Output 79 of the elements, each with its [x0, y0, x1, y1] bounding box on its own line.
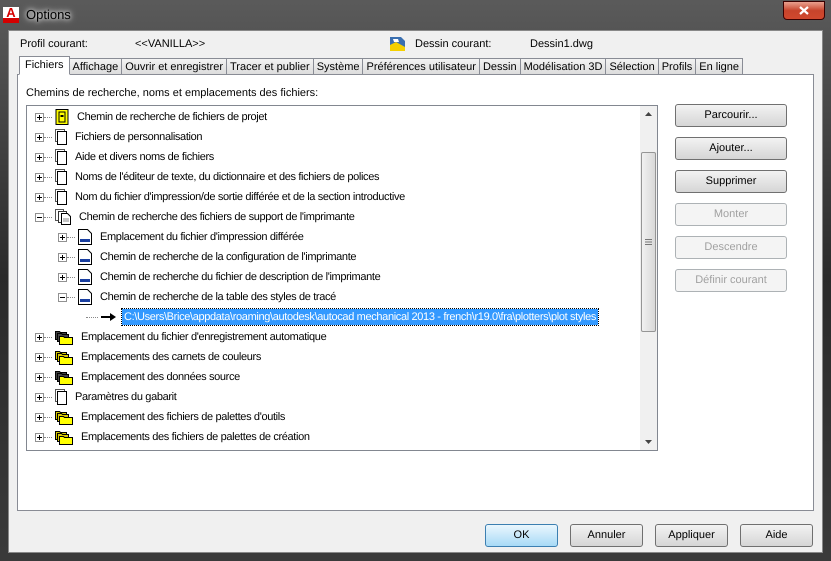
tab[interactable]: Sélection [605, 58, 659, 75]
dialog-button[interactable]: Annuler [570, 524, 643, 547]
tree-item[interactable]: Noms de l'éditeur de texte, du dictionnaire et des fichiers de polices [73, 169, 382, 185]
plot-file-icon [78, 249, 92, 265]
tree-item[interactable]: Emplacements des fichiers de palettes de création [79, 429, 312, 445]
window-title: Options [26, 6, 71, 24]
dialog-button[interactable]: Aide [740, 524, 813, 547]
tree-item[interactable]: Fichiers de personnalisation [73, 129, 204, 145]
project-book-icon [55, 109, 69, 125]
tab[interactable]: En ligne [695, 58, 744, 75]
expand-toggle[interactable] [35, 432, 44, 442]
arrow-icon [101, 312, 116, 322]
expand-toggle[interactable] [35, 192, 44, 202]
app-logo: A [3, 7, 19, 23]
plot-file-icon [78, 289, 92, 305]
drawing-value: Dessin1.dwg [530, 36, 593, 52]
expand-toggle[interactable] [58, 272, 67, 282]
drawing-label: Dessin courant: [415, 36, 492, 52]
expand-toggle[interactable] [35, 372, 44, 382]
tree-item[interactable]: Emplacement des données source [79, 369, 242, 385]
profile-value: <<VANILLA>> [135, 36, 206, 52]
document-icon [55, 169, 67, 185]
tab[interactable]: Ouvrir et enregistrer [121, 58, 227, 75]
expand-toggle[interactable] [35, 332, 44, 342]
folders-icon [55, 409, 73, 425]
document-icon [55, 389, 67, 405]
tree-item[interactable]: Emplacement des fichiers de palettes d'outils [79, 409, 288, 425]
expand-toggle[interactable] [35, 392, 44, 402]
collapse-toggle[interactable] [35, 212, 44, 222]
close-icon [799, 6, 809, 14]
plot-file-icon [78, 229, 92, 245]
tab[interactable]: Système [312, 58, 364, 75]
expand-toggle[interactable] [35, 152, 44, 162]
tree-item[interactable]: Chemin de recherche du fichier de description de l'imprimante [98, 269, 382, 285]
tab[interactable]: Fichiers [19, 56, 70, 75]
tree-item[interactable]: Nom du fichier d'impression/de sortie différée et de la section introductive [73, 189, 407, 205]
tab[interactable]: Dessin [478, 58, 521, 75]
tree-item[interactable]: Emplacement du fichier d'enregistrement automatique [79, 329, 328, 345]
tree-label: Chemins de recherche, noms et emplacements des fichiers: [26, 86, 320, 100]
expand-toggle[interactable] [35, 132, 44, 142]
tree-item[interactable]: Chemin de recherche de la configuration de l'imprimante [98, 249, 358, 265]
plot-file-icon [78, 269, 92, 285]
close-button[interactable] [783, 0, 825, 20]
dialog-button[interactable]: Supprimer [675, 170, 787, 193]
tree-item[interactable]: Chemin de recherche des fichiers de support de l'imprimante [77, 209, 357, 225]
document-icon [55, 189, 67, 205]
scroll-down-icon[interactable] [645, 440, 652, 444]
tree-item[interactable]: Emplacements des carnets de couleurs [79, 349, 263, 365]
expand-toggle[interactable] [35, 172, 44, 182]
tree-item[interactable]: Chemin de recherche de fichiers de projet [75, 109, 269, 125]
documents-icon [55, 209, 71, 225]
tab[interactable]: Modélisation 3D [520, 58, 606, 75]
tree-item[interactable]: Paramètres du gabarit [73, 389, 178, 405]
tab[interactable]: Tracer et publier [226, 58, 314, 75]
scroll-up-icon[interactable] [645, 112, 652, 116]
folders-icon [55, 329, 73, 345]
dialog-button[interactable]: Appliquer [655, 524, 728, 547]
expand-toggle[interactable] [35, 112, 44, 122]
expand-toggle[interactable] [58, 232, 67, 242]
tab[interactable]: Préférences utilisateur [362, 58, 480, 75]
profile-label: Profil courant: [20, 36, 89, 52]
document-icon [55, 149, 67, 165]
dialog-button[interactable]: OK [485, 524, 558, 547]
folders-icon [55, 349, 73, 365]
tree-item[interactable]: Aide et divers noms de fichiers [73, 149, 216, 165]
expand-toggle[interactable] [35, 352, 44, 362]
drawing-file-icon [389, 36, 406, 52]
scrollbar[interactable] [640, 106, 657, 450]
document-icon [55, 129, 67, 145]
dialog-button[interactable]: Parcourir... [675, 104, 787, 127]
tree-item[interactable]: Chemin de recherche de la table des styles de tracé [98, 289, 338, 305]
collapse-toggle[interactable] [58, 292, 67, 302]
expand-toggle[interactable] [35, 412, 44, 422]
folders-icon [55, 369, 73, 385]
dialog-button[interactable]: Ajouter... [675, 137, 787, 160]
expand-toggle[interactable] [58, 252, 67, 262]
tree-item[interactable]: Emplacement du fichier d'impression différée [98, 229, 306, 245]
folders-icon [55, 429, 73, 445]
scroll-thumb[interactable] [641, 152, 656, 332]
